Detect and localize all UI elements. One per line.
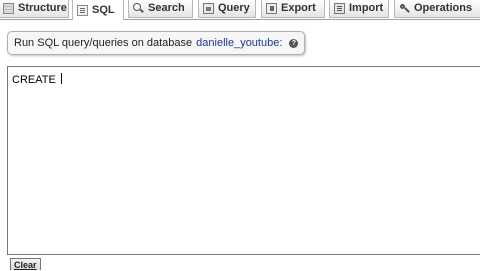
sql-legend: Run SQL query/queries on database daniel… — [7, 31, 306, 55]
tab-structure[interactable]: Structure — [0, 0, 69, 18]
help-icon[interactable]: ? — [289, 38, 299, 48]
tab-label: SQL — [92, 3, 115, 16]
tab-export[interactable]: Export — [261, 0, 325, 18]
operations-icon — [399, 3, 410, 14]
tab-import[interactable]: Import — [329, 0, 389, 18]
query-text: CREATE — [12, 74, 59, 86]
sql-query-textarea[interactable]: CREATE — [7, 66, 480, 255]
query-icon — [203, 3, 214, 14]
tab-label: Structure — [18, 2, 67, 14]
import-icon — [334, 3, 345, 14]
tab-query[interactable]: Query — [198, 0, 256, 18]
tab-label: Query — [218, 2, 250, 14]
tab-sql[interactable]: SQL — [72, 0, 124, 20]
tab-label: Export — [281, 2, 316, 14]
sql-icon — [77, 4, 88, 16]
tab-operations[interactable]: Operations — [394, 0, 480, 18]
text-cursor — [60, 73, 62, 84]
legend-prefix: Run SQL query/queries on database — [14, 37, 193, 49]
tab-search[interactable]: Search — [128, 0, 193, 18]
database-name: danielle_youtube: — [196, 37, 283, 49]
tab-label: Search — [148, 2, 185, 14]
clear-button[interactable]: Clear — [10, 258, 41, 270]
structure-icon — [3, 3, 14, 14]
export-icon — [266, 3, 277, 14]
tab-label: Import — [349, 2, 384, 14]
search-icon — [133, 3, 144, 14]
tab-bar: Structure SQL Search Query Export Import… — [0, 0, 480, 20]
tab-label: Operations — [414, 2, 473, 14]
